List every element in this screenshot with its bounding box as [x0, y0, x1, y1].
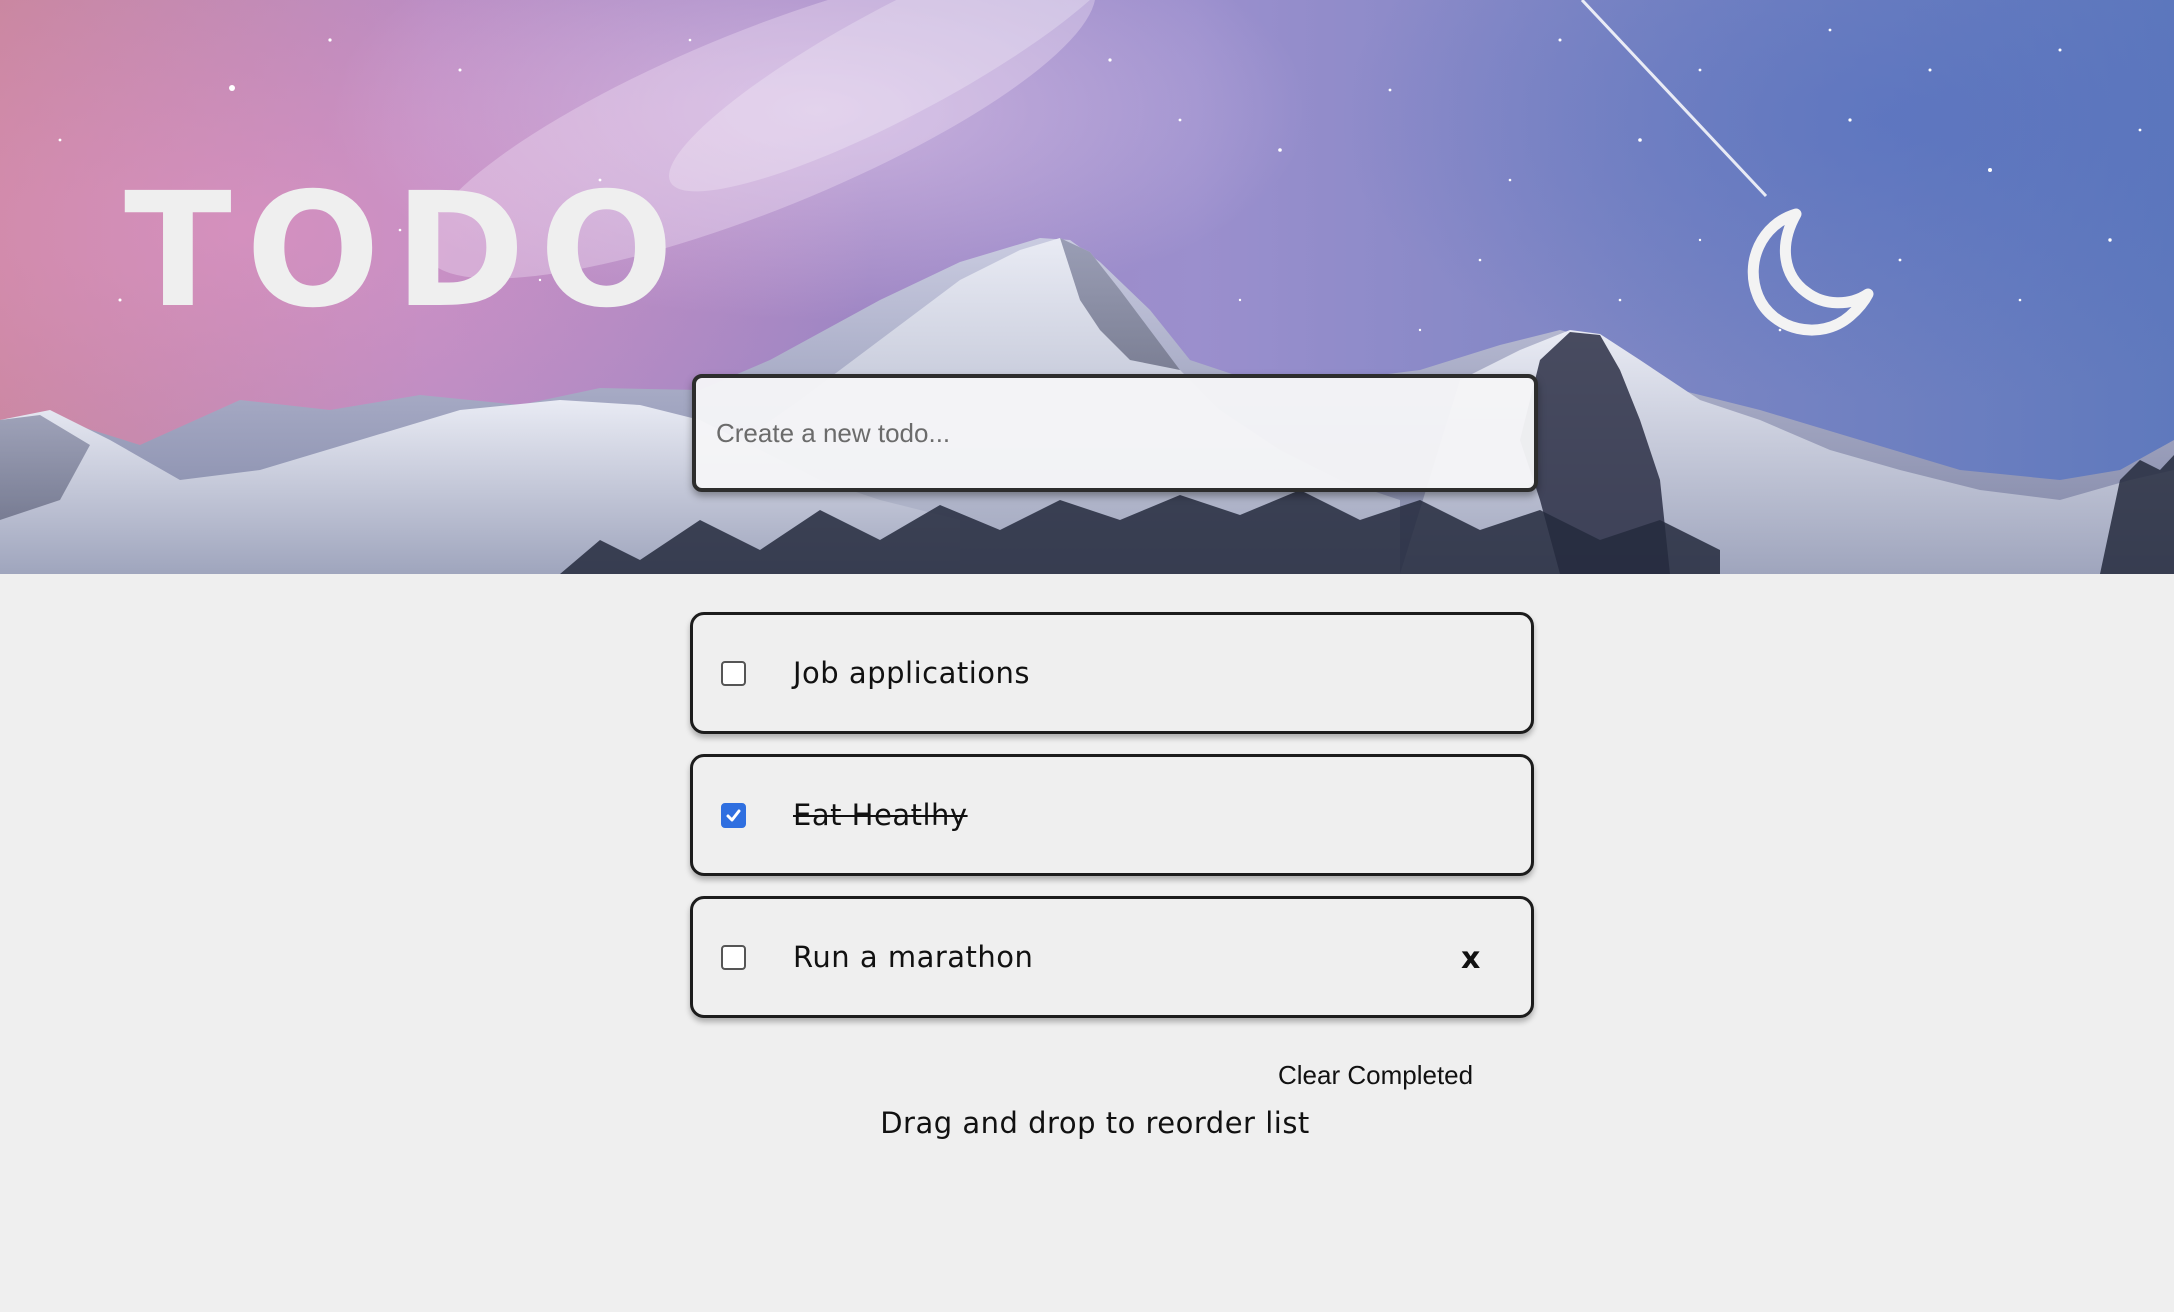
- todo-text: Eat Heatlhy: [793, 798, 968, 832]
- todo-checkbox[interactable]: [721, 945, 746, 970]
- delete-todo-button[interactable]: x: [1461, 939, 1480, 979]
- clear-completed-button[interactable]: Clear Completed: [1278, 1060, 1473, 1091]
- new-todo-input[interactable]: [692, 374, 1538, 492]
- header-hero: TODO: [0, 0, 2174, 574]
- checkmark-icon: [726, 809, 741, 822]
- todo-item[interactable]: Eat Heatlhy: [690, 754, 1534, 876]
- theme-toggle-button[interactable]: [1738, 206, 1876, 344]
- app-title: TODO: [124, 159, 688, 343]
- todo-item[interactable]: Job applications: [690, 612, 1534, 734]
- reorder-hint: Drag and drop to reorder list: [880, 1106, 1310, 1140]
- todo-list: Job applications Eat Heatlhy Run a marat…: [690, 612, 1534, 1038]
- todo-item[interactable]: Run a marathon x: [690, 896, 1534, 1018]
- todo-checkbox[interactable]: [721, 661, 746, 686]
- moon-icon: [1747, 208, 1874, 336]
- todo-text: Run a marathon: [793, 940, 1034, 974]
- todo-text: Job applications: [793, 656, 1030, 690]
- todo-checkbox-checked[interactable]: [721, 803, 746, 828]
